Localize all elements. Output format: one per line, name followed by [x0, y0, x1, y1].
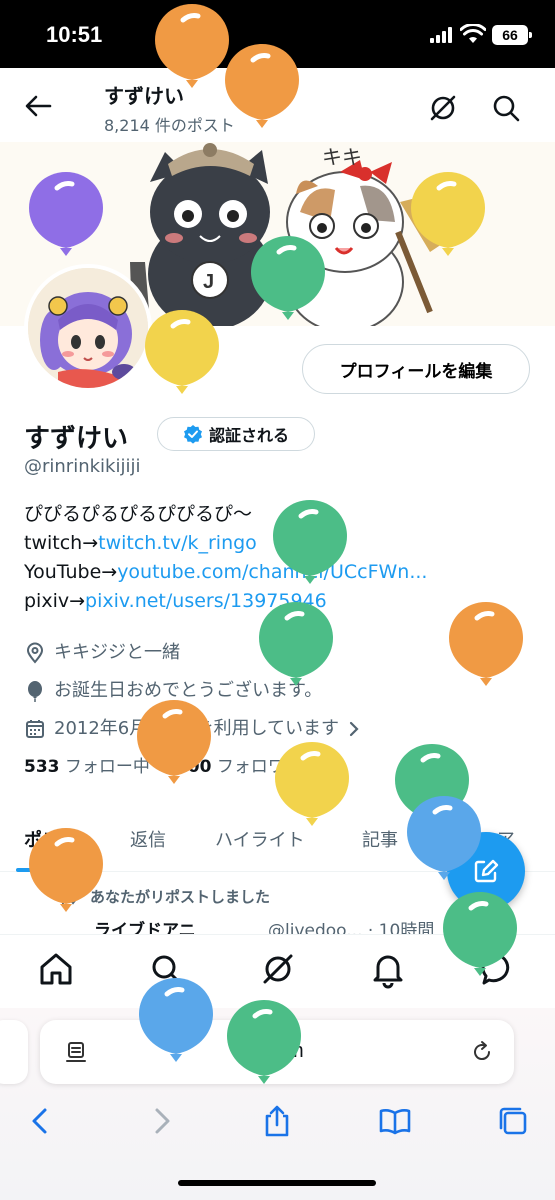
bio-line: ぴぴるぴるぴるぴぴるぴ〜 — [24, 503, 253, 525]
balloon-icon — [28, 681, 42, 702]
repost-indicator: あなたがリポストしました — [58, 886, 270, 907]
tab-articles[interactable]: 記事 — [362, 826, 398, 852]
previous-tab-card[interactable] — [0, 1020, 28, 1084]
repost-icon — [58, 888, 78, 905]
get-verified-label: 認証される — [208, 426, 289, 445]
avatar-illustration — [28, 268, 148, 388]
verified-badge-icon — [183, 425, 202, 444]
back-icon[interactable] — [24, 1104, 58, 1138]
location-pin-icon — [26, 642, 44, 664]
followers-link[interactable]: 100 フォロワー — [176, 752, 302, 777]
wifi-icon — [460, 24, 486, 43]
svg-text:J: J — [203, 271, 214, 293]
profile-meta: キキジジと一緒 お誕生日おめでとうございます。 2012年6月からXを利用してい… — [24, 634, 544, 748]
compose-post-button[interactable] — [447, 832, 525, 910]
tab-highlights[interactable]: ハイライト — [215, 826, 305, 852]
bookmarks-icon[interactable] — [378, 1104, 412, 1138]
battery-indicator: 66 — [492, 25, 532, 45]
user-handle: @rinrinkikijiji — [24, 456, 141, 477]
following-count: 533 — [24, 757, 60, 777]
status-bar: 10:51 66 — [0, 0, 555, 68]
top-app-bar: すずけい 8,214 件のポスト — [0, 68, 555, 142]
display-name: すずけい — [24, 424, 129, 454]
birthday-text: お誕生日おめでとうございます。 — [54, 680, 323, 701]
address-bar[interactable]: x.com — [40, 1020, 514, 1084]
chat-icon[interactable] — [478, 949, 518, 989]
twitch-link[interactable]: twitch.tv/k_ringo — [98, 532, 257, 554]
compose-icon — [474, 859, 499, 883]
cellular-signal-icon — [430, 27, 456, 43]
follow-stats: 533 フォロー中 100 フォロワー — [24, 752, 302, 777]
forward-icon[interactable] — [144, 1104, 178, 1138]
grok-icon[interactable] — [425, 90, 461, 126]
url-text: x.com — [250, 1040, 304, 1062]
bottom-navigation — [0, 934, 555, 1008]
chevron-right-icon[interactable] — [347, 720, 361, 738]
followers-label: フォロワー — [216, 757, 302, 777]
following-label: フォロー中 — [64, 757, 150, 777]
home-indicator — [178, 1180, 376, 1186]
bio-pixiv-prefix: pixiv→ — [24, 590, 86, 612]
avatar[interactable] — [24, 264, 152, 392]
search-icon[interactable] — [146, 949, 186, 989]
reload-icon[interactable] — [470, 1040, 494, 1064]
safari-toolbar: x.com — [0, 1008, 555, 1200]
edit-profile-button[interactable]: プロフィールを編集 — [302, 344, 530, 394]
bell-icon[interactable] — [368, 949, 408, 989]
post-header[interactable]: ライブドアニ @livedoo... · 10時間 — [24, 916, 544, 936]
following-link[interactable]: 533 フォロー中 — [24, 752, 150, 777]
tab-posts[interactable]: ポスト — [24, 826, 78, 852]
profile-bio: ぴぴるぴるぴるぴぴるぴ〜 twitch→twitch.tv/k_ringo Yo… — [24, 500, 544, 616]
tab-replies[interactable]: 返信 — [130, 826, 166, 852]
back-arrow-icon[interactable] — [22, 90, 54, 122]
get-verified-button[interactable]: 認証される — [157, 417, 315, 451]
bio-twitch-prefix: twitch→ — [24, 532, 99, 554]
location-text: キキジジと一緒 — [54, 642, 180, 663]
x-profile-app: J キキ すずけい 8,214 件のポスト プロフィールを編集 すずけい 認証さ… — [0, 68, 555, 1008]
post-author-name: ライブドアニ — [94, 921, 196, 936]
tabs-icon[interactable] — [496, 1104, 530, 1138]
bio-youtube-prefix: YouTube→ — [24, 561, 118, 583]
joined-text: 2012年6月からXを利用しています — [54, 718, 340, 739]
grok-icon[interactable] — [258, 949, 298, 989]
post-author-handle: @livedoo... · 10時間 — [268, 921, 435, 936]
share-icon[interactable] — [260, 1104, 294, 1138]
pixiv-link[interactable]: pixiv.net/users/13975946 — [85, 590, 327, 612]
search-icon[interactable] — [488, 90, 524, 126]
calendar-icon — [26, 720, 44, 738]
repost-note: あなたがリポストしました — [90, 888, 271, 906]
home-icon[interactable] — [36, 949, 76, 989]
svg-text:キキ: キキ — [322, 145, 362, 169]
post-count: 8,214 件のポスト — [104, 116, 235, 135]
youtube-link[interactable]: youtube.com/channel/UCcFWn... — [117, 561, 427, 583]
profile-title: すずけい — [104, 84, 184, 108]
status-time: 10:51 — [46, 22, 103, 47]
active-tab-indicator — [16, 868, 68, 872]
followers-count: 100 — [175, 757, 212, 777]
